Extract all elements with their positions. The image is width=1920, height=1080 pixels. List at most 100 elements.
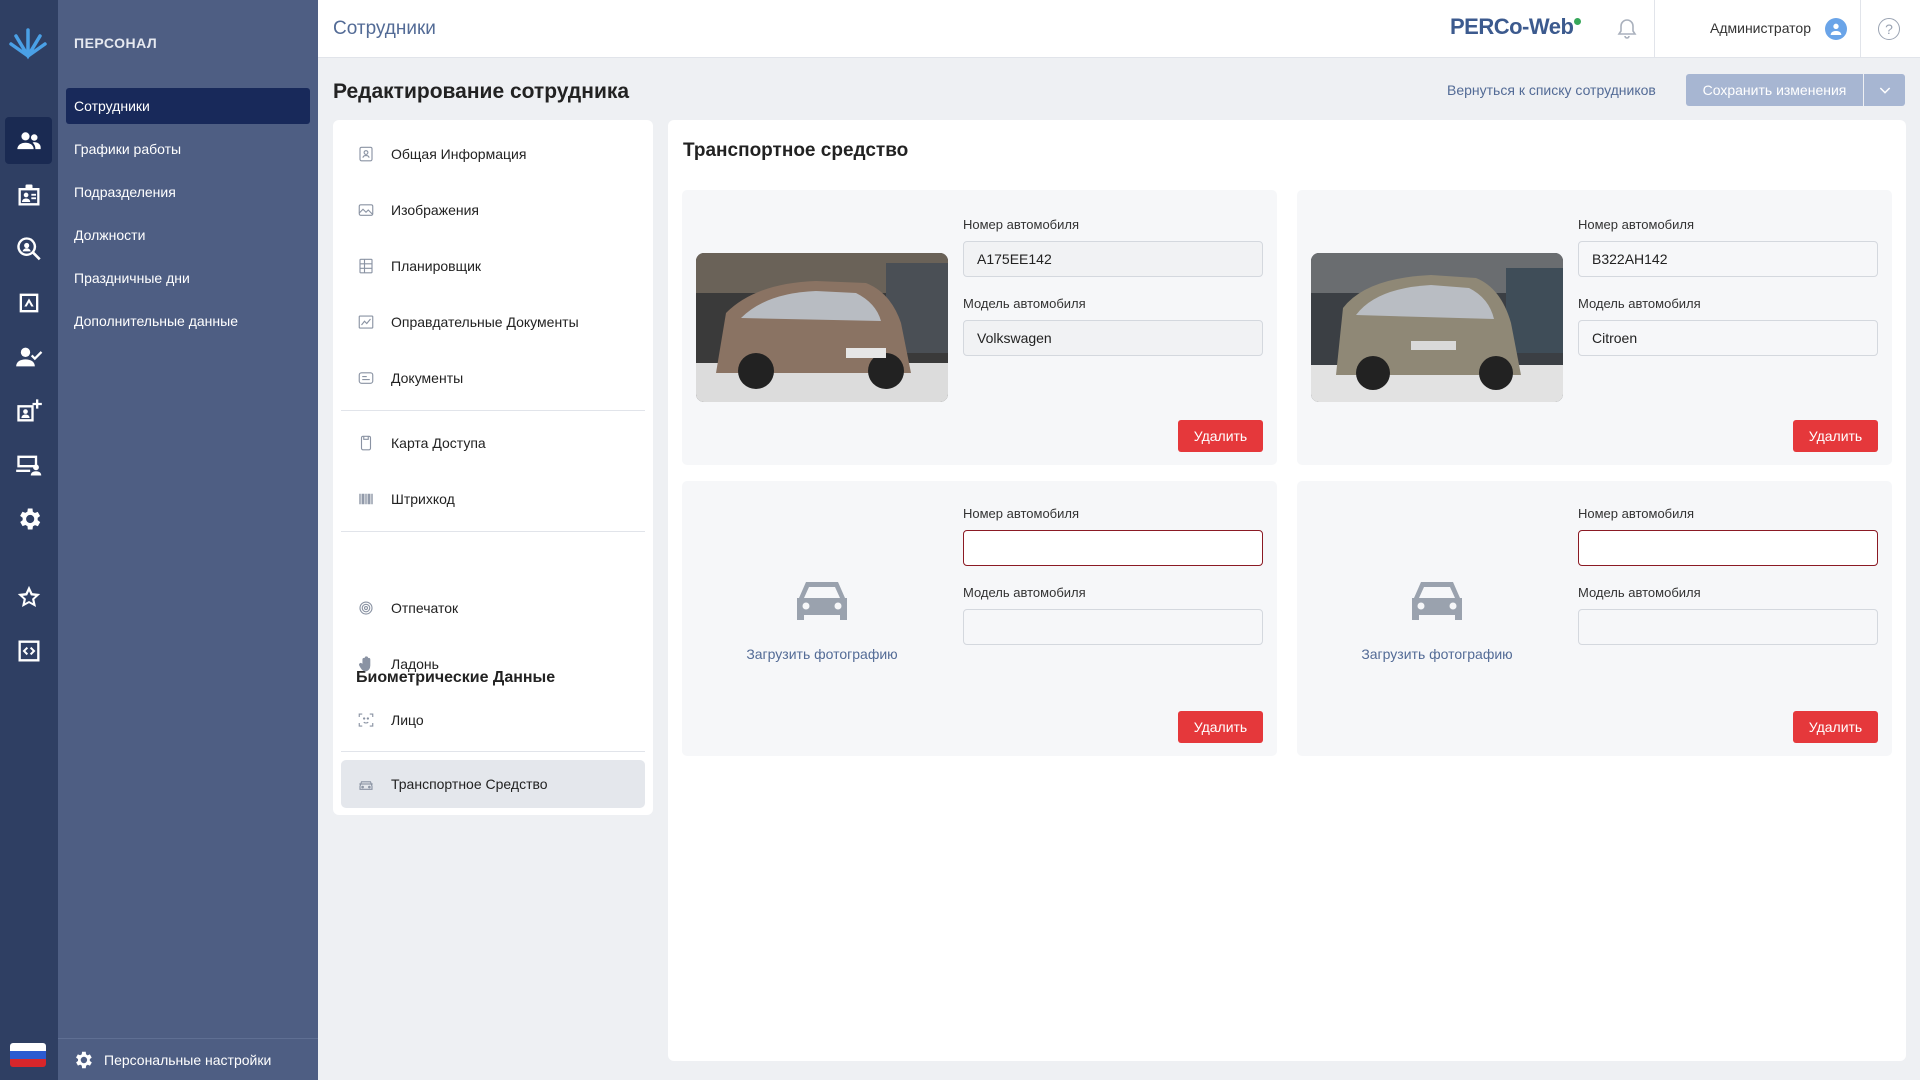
- chevron-down-icon: [1879, 87, 1890, 94]
- notifications-bell-icon[interactable]: [1615, 17, 1639, 41]
- sidebar-item-holidays[interactable]: Праздничные дни: [66, 260, 310, 296]
- user-menu[interactable]: Администратор: [1710, 20, 1811, 36]
- delete-button[interactable]: Удалить: [1793, 420, 1878, 452]
- save-options-dropdown[interactable]: [1864, 74, 1905, 106]
- car-placeholder-icon: [797, 581, 847, 620]
- model-input[interactable]: [1578, 609, 1878, 645]
- menu-item-label: Ладонь: [391, 656, 439, 672]
- settings-gear-icon: [76, 1051, 92, 1068]
- help-icon[interactable]: ?: [1878, 18, 1900, 40]
- plate-input[interactable]: В322АН142: [1578, 241, 1878, 277]
- plate-input[interactable]: [1578, 530, 1878, 566]
- personal-settings-label: Персональные настройки: [104, 1051, 272, 1068]
- plate-input[interactable]: [963, 530, 1263, 566]
- menu-item-fingerprint[interactable]: Отпечаток: [341, 584, 645, 632]
- delete-button[interactable]: Удалить: [1793, 711, 1878, 743]
- car-placeholder-icon: [1412, 581, 1462, 620]
- sidebar-item-schedules[interactable]: Графики работы: [66, 131, 310, 167]
- sidebar-item-positions[interactable]: Должности: [66, 217, 310, 253]
- page-section-title: Сотрудники: [333, 18, 436, 39]
- menu-item-scheduler[interactable]: Планировщик: [341, 242, 645, 290]
- menu-divider: [341, 531, 645, 532]
- topbar-divider: [1654, 0, 1655, 58]
- menu-item-vehicle[interactable]: Транспортное Средство: [341, 760, 645, 808]
- menu-item-label: Лицо: [391, 712, 424, 728]
- face-scan-icon: [358, 713, 374, 727]
- menu-item-face[interactable]: Лицо: [341, 696, 645, 744]
- personal-settings-button[interactable]: Персональные настройки: [58, 1038, 318, 1080]
- vehicle-card: Номер автомобиля В322АН142 Модель автомо…: [1297, 190, 1892, 465]
- menu-item-palm[interactable]: Ладонь: [341, 640, 645, 688]
- menu-item-label: Общая Информация: [391, 146, 527, 162]
- id-card-icon: [359, 146, 373, 162]
- model-label: Модель автомобиля: [1578, 585, 1701, 600]
- add-card-icon[interactable]: [5, 387, 52, 434]
- upload-photo-area[interactable]: Загрузить фотографию: [1311, 495, 1563, 742]
- chart-doc-icon: [358, 315, 374, 329]
- menu-item-label: Отпечаток: [391, 600, 459, 616]
- fingerprint-icon: [359, 601, 373, 615]
- user-avatar-icon[interactable]: [1825, 18, 1847, 40]
- menu-item-label: Карта Доступа: [391, 435, 486, 451]
- plate-label: Номер автомобиля: [1578, 506, 1695, 521]
- sidebar-item-divisions[interactable]: Подразделения: [66, 174, 310, 210]
- sidebar-item-employees[interactable]: Сотрудники: [66, 88, 310, 124]
- settings-gear-icon[interactable]: [5, 495, 52, 542]
- access-control-icon[interactable]: [5, 279, 52, 326]
- menu-item-barcode[interactable]: Штрихкод: [341, 475, 645, 523]
- plate-label: Номер автомобиля: [963, 506, 1080, 521]
- employee-sections-menu: Общая Информация Изображения Планировщик…: [333, 120, 653, 815]
- app-logo-icon[interactable]: [5, 20, 51, 64]
- model-label: Модель автомобиля: [963, 585, 1086, 600]
- back-to-list-link[interactable]: Вернуться к списку сотрудников: [1447, 82, 1656, 98]
- sidebar-item-additional-data[interactable]: Дополнительные данные: [66, 303, 310, 339]
- vehicle-card: Загрузить фотографию Номер автомобиля Мо…: [682, 481, 1277, 756]
- user-check-icon[interactable]: [5, 333, 52, 380]
- image-icon: [358, 204, 374, 216]
- upload-photo-label: Загрузить фотографию: [1361, 645, 1513, 662]
- delete-button[interactable]: Удалить: [1178, 711, 1263, 743]
- menu-item-label: Оправдательные Документы: [391, 314, 579, 330]
- plate-input[interactable]: А175ЕЕ142: [963, 241, 1263, 277]
- sidebar-section-title: ПЕРСОНАЛ: [74, 35, 158, 51]
- model-input[interactable]: Citroen: [1578, 320, 1878, 356]
- content-title: Транспортное средство: [683, 140, 909, 161]
- personnel-icon[interactable]: [5, 117, 52, 164]
- sidebar-nav: Сотрудники Графики работы Подразделения …: [66, 88, 310, 346]
- terminal-user-icon[interactable]: [5, 441, 52, 488]
- vehicle-photo[interactable]: [1311, 253, 1563, 402]
- model-label: Модель автомобиля: [1578, 296, 1701, 311]
- sidebar: ПЕРСОНАЛ Сотрудники Графики работы Подра…: [58, 0, 318, 1080]
- barcode-icon: [359, 493, 373, 505]
- code-icon[interactable]: [5, 627, 52, 674]
- palm-icon: [358, 656, 371, 672]
- menu-item-label: Транспортное Средство: [391, 776, 548, 792]
- menu-item-documents[interactable]: Документы: [341, 354, 645, 402]
- brand-logo: PERCo-Web: [1450, 14, 1582, 40]
- monitoring-icon[interactable]: [5, 225, 52, 272]
- vehicle-card: Загрузить фотографию Номер автомобиля Мо…: [1297, 481, 1892, 756]
- menu-item-images[interactable]: Изображения: [341, 186, 645, 234]
- model-input[interactable]: [963, 609, 1263, 645]
- vehicle-photo[interactable]: [696, 253, 948, 402]
- doc-icon: [358, 372, 374, 384]
- menu-divider: [341, 751, 645, 752]
- icon-rail: [0, 0, 58, 1080]
- brand-name: PERCo-Web: [1450, 14, 1574, 39]
- save-changes-button[interactable]: Сохранить изменения: [1686, 74, 1863, 106]
- favorites-star-icon[interactable]: [5, 573, 52, 620]
- car-icon: [359, 781, 373, 790]
- menu-item-justification-docs[interactable]: Оправдательные Документы: [341, 298, 645, 346]
- page-title: Редактирование сотрудника: [333, 80, 630, 103]
- upload-photo-area[interactable]: Загрузить фотографию: [696, 495, 948, 742]
- language-flag-icon[interactable]: [10, 1043, 46, 1067]
- delete-button[interactable]: Удалить: [1178, 420, 1263, 452]
- upload-photo-label: Загрузить фотографию: [746, 645, 898, 662]
- calendar-icon: [359, 258, 373, 274]
- topbar-divider: [1860, 0, 1861, 58]
- menu-item-access-card[interactable]: Карта Доступа: [341, 419, 645, 467]
- menu-item-general-info[interactable]: Общая Информация: [341, 130, 645, 178]
- visitor-badge-icon[interactable]: [5, 171, 52, 218]
- menu-divider: [341, 410, 645, 411]
- model-input[interactable]: Volkswagen: [963, 320, 1263, 356]
